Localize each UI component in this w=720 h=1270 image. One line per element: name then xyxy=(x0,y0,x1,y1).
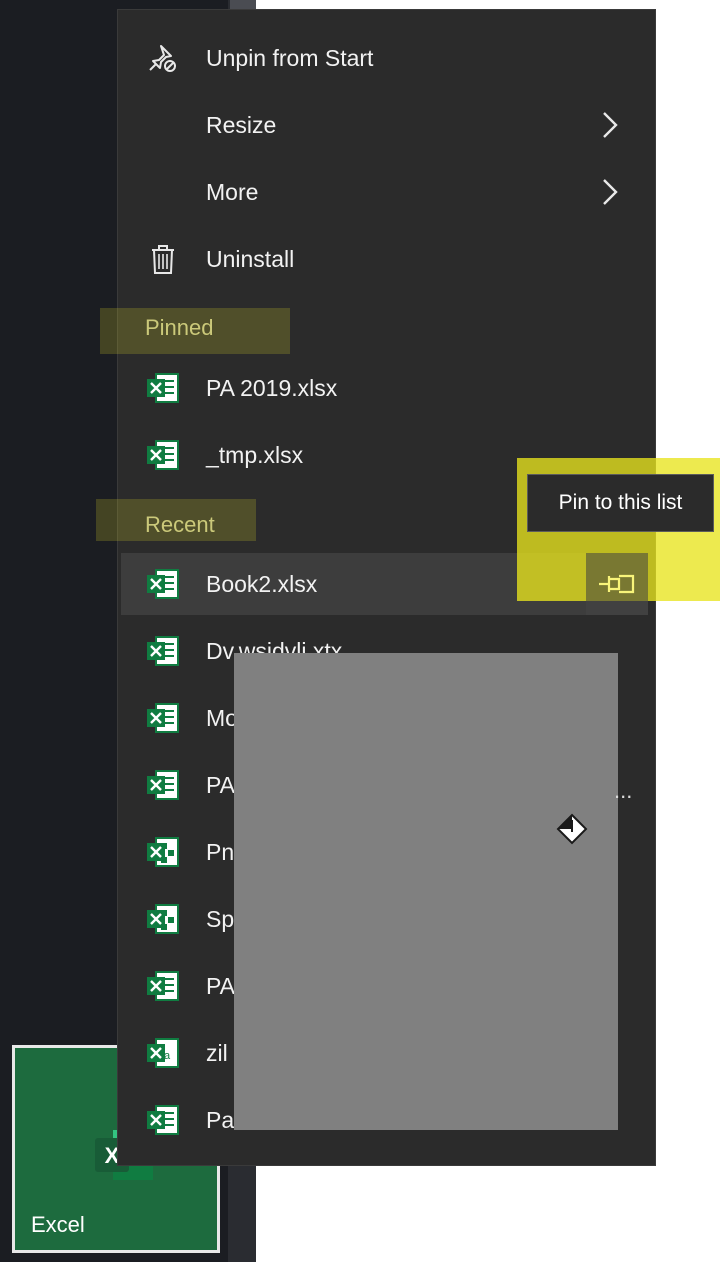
excel-file-icon xyxy=(146,969,180,1003)
pinned-file-item[interactable]: PA 2019.xlsx xyxy=(118,358,655,418)
redacted-area xyxy=(234,653,618,1130)
file-name: Sp xyxy=(206,905,235,932)
menu-item-uninstall[interactable]: Uninstall xyxy=(118,229,655,289)
menu-item-unpin[interactable]: Unpin from Start xyxy=(118,28,655,88)
menu-item-label: More xyxy=(206,178,259,205)
scrollbar-thumb[interactable] xyxy=(230,0,256,10)
excel-file-icon xyxy=(146,371,180,405)
chevron-right-icon xyxy=(603,179,618,205)
menu-item-label: Uninstall xyxy=(206,245,295,272)
recent-section-header: Recent xyxy=(145,512,215,537)
file-name: Pn xyxy=(206,838,235,865)
tile-label: Excel xyxy=(31,1212,85,1237)
screen: X Excel Unpin from Start Resize More Uni… xyxy=(0,0,720,1270)
pin-icon xyxy=(599,574,635,594)
chevron-right-icon xyxy=(603,112,618,138)
pinned-section-header: Pinned xyxy=(145,315,214,340)
excel-file-icon xyxy=(146,1103,180,1137)
excel-shared-file-icon xyxy=(146,902,180,936)
excel-file-icon xyxy=(146,634,180,668)
excel-file-icon xyxy=(146,701,180,735)
excel-shared-file-icon xyxy=(146,835,180,869)
menu-item-more[interactable]: More xyxy=(118,162,655,222)
excel-file-icon xyxy=(146,768,180,802)
menu-item-label: Unpin from Start xyxy=(206,44,374,71)
menu-item-label: Resize xyxy=(206,111,277,138)
excel-file-icon xyxy=(146,567,180,601)
trash-icon xyxy=(146,242,180,276)
unpin-icon xyxy=(146,41,180,75)
file-name: PA xyxy=(206,771,235,798)
overflow-ellipsis: ... xyxy=(614,778,633,803)
file-name: _tmp.xlsx xyxy=(206,441,304,468)
pin-tooltip: Pin to this list xyxy=(527,474,714,532)
tooltip-text: Pin to this list xyxy=(558,491,683,514)
file-name: Book2.xlsx xyxy=(206,570,318,597)
menu-item-resize[interactable]: Resize xyxy=(118,95,655,155)
file-name: zil xyxy=(206,1039,228,1066)
excel-csv-file-icon: a xyxy=(146,1036,180,1070)
mouse-cursor-icon xyxy=(556,813,588,845)
excel-file-icon xyxy=(146,438,180,472)
pin-button-overlay[interactable] xyxy=(586,553,648,615)
file-name: PA 2019.xlsx xyxy=(206,374,338,401)
